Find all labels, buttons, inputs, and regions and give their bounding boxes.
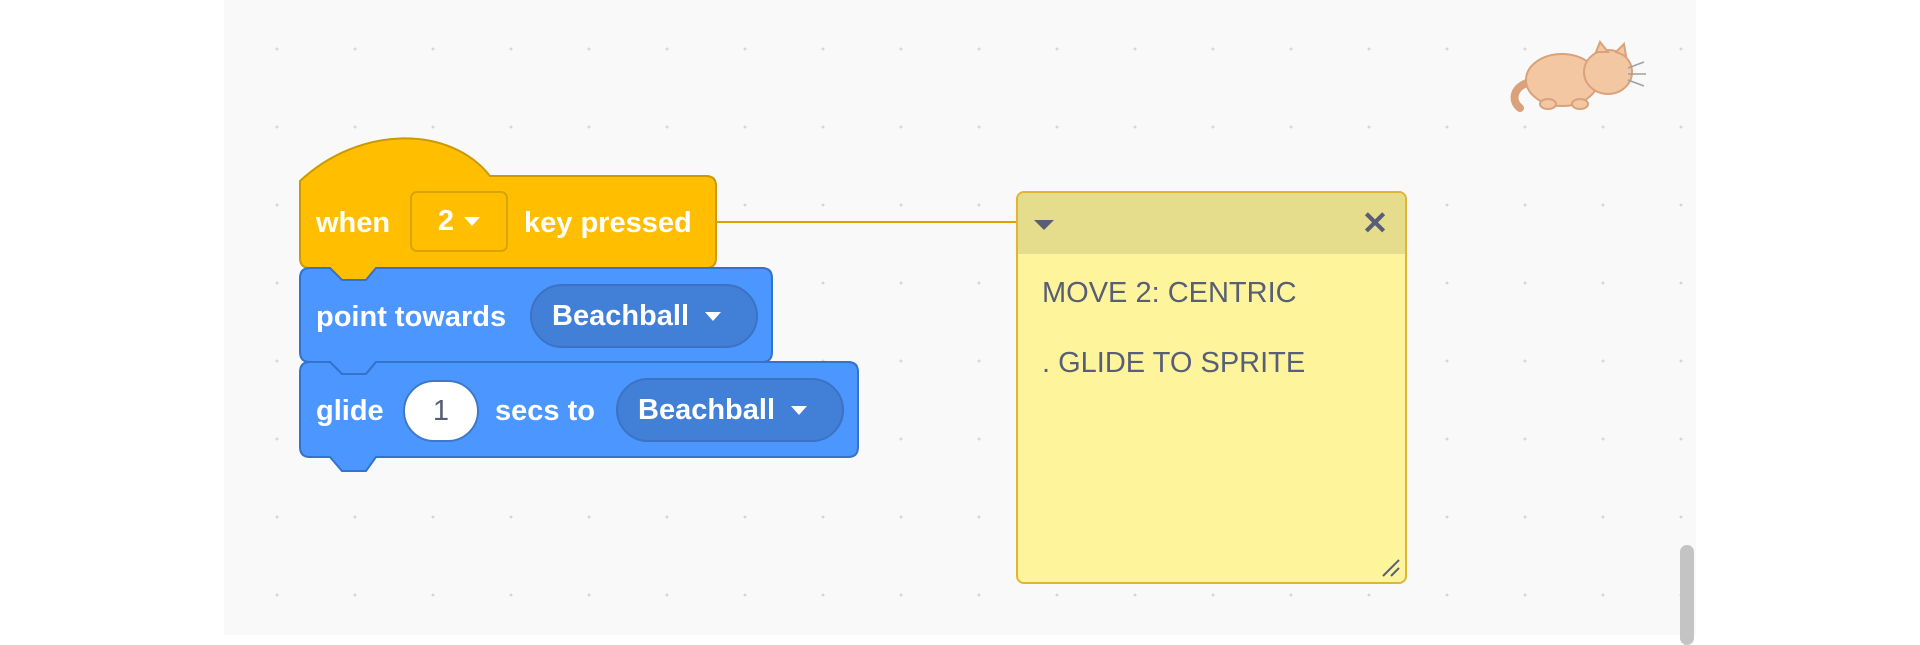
- glide-seconds-input[interactable]: 1: [403, 380, 479, 442]
- sprite-cat-icon: [1510, 40, 1646, 112]
- comment-line-2: . GLIDE TO SPRITE: [1042, 347, 1306, 379]
- comment-header[interactable]: ✕: [1018, 193, 1405, 254]
- comment-line-1: MOVE 2: CENTRIC: [1042, 277, 1297, 309]
- close-icon[interactable]: ✕: [1359, 207, 1391, 239]
- caret-down-icon: [464, 217, 481, 226]
- comment-connector-line: [716, 221, 1016, 223]
- key-dropdown[interactable]: 2: [410, 191, 508, 252]
- caret-down-icon: [705, 311, 721, 321]
- minimize-icon[interactable]: [1034, 220, 1054, 230]
- glide-target-dropdown[interactable]: Beachball: [616, 378, 844, 442]
- point-towards-label: point towards: [316, 301, 507, 333]
- resize-handle-icon[interactable]: [1379, 556, 1401, 578]
- point-target-dropdown[interactable]: Beachball: [530, 284, 758, 348]
- key-dropdown-value: 2: [437, 205, 455, 237]
- caret-down-icon: [791, 405, 807, 415]
- vertical-scrollbar[interactable]: [1680, 545, 1694, 645]
- glide-label: glide: [316, 395, 384, 427]
- point-target-value: Beachball: [552, 299, 689, 332]
- hat-key-pressed-label: key pressed: [524, 207, 692, 239]
- comment-text-area[interactable]: MOVE 2: CENTRIC . GLIDE TO SPRITE: [1018, 254, 1405, 438]
- hat-when-label: when: [316, 207, 391, 239]
- glide-target-value: Beachball: [638, 393, 775, 426]
- workspace-comment[interactable]: ✕ MOVE 2: CENTRIC . GLIDE TO SPRITE: [1016, 191, 1407, 584]
- glide-seconds-value: 1: [432, 394, 450, 427]
- glide-secs-to-label: secs to: [495, 395, 595, 427]
